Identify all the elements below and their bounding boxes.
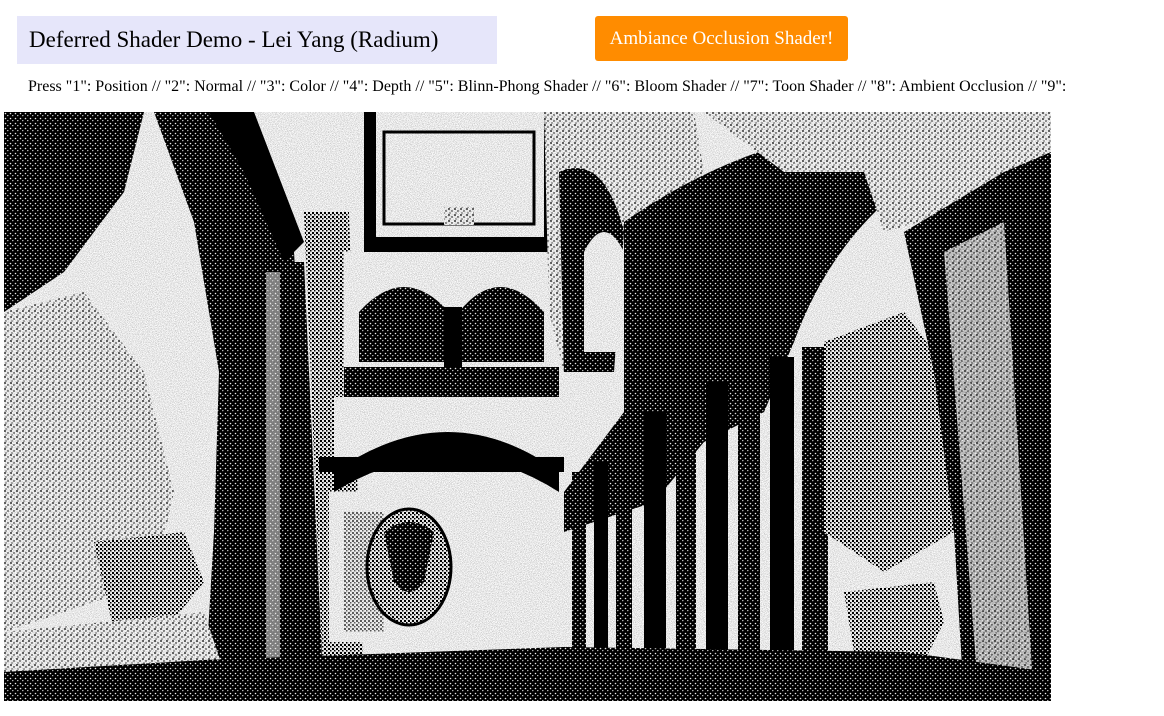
- render-canvas[interactable]: [4, 112, 1051, 701]
- keyboard-instructions: Press "1": Position // "2": Normal // "3…: [28, 78, 1067, 95]
- ao-render-image: [4, 112, 1051, 701]
- shader-mode-button[interactable]: Ambiance Occlusion Shader!: [595, 16, 848, 61]
- page-title-text: Deferred Shader Demo - Lei Yang (Radium): [29, 27, 439, 52]
- page-title: Deferred Shader Demo - Lei Yang (Radium): [17, 16, 497, 64]
